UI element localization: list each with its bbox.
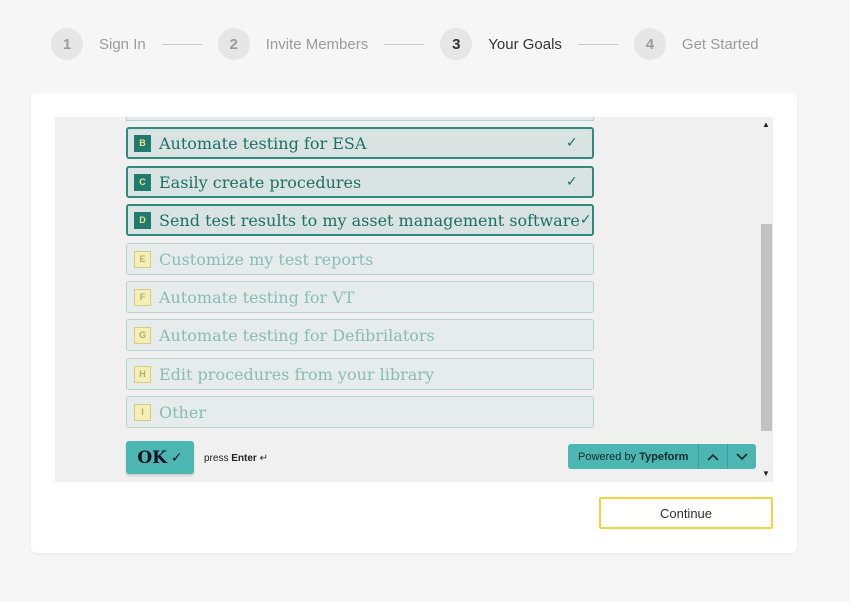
option-g[interactable]: G Automate testing for Defibrilators [126,319,594,351]
scroll-up-arrow-icon[interactable]: ▲ [759,120,773,129]
option-key: D [134,211,151,229]
option-key: H [134,365,151,383]
step-sign-in: 1 Sign In [51,28,146,60]
option-key: E [134,250,151,268]
option-label: Automate testing for ESA [159,133,367,153]
continue-button[interactable]: Continue [599,497,773,529]
option-partial[interactable] [126,117,594,121]
step-divider [577,43,618,45]
ok-button[interactable]: OK ✓ [126,441,194,474]
powered-prefix: Powered by [578,450,637,463]
option-label: Other [159,402,206,422]
scroll-thumb[interactable] [761,224,772,431]
powered-by-typeform: Powered by Typeform [568,444,757,469]
step-divider [384,43,425,45]
powered-brand: Typeform [639,450,689,463]
step-label: Invite Members [265,35,369,53]
enter-icon: ↵ [259,453,268,464]
step-label: Get Started [681,35,759,53]
step-number: 1 [51,28,83,60]
option-label: Customize my test reports [159,249,374,269]
check-icon: ✓ [170,449,183,466]
option-c[interactable]: C Easily create procedures ✓ [126,166,594,198]
embed-scrollbar[interactable]: ▲ ▼ [759,117,773,482]
option-e[interactable]: E Customize my test reports [126,243,594,275]
option-d[interactable]: D Send test results to my asset manageme… [126,204,594,236]
option-label: Send test results to my asset management… [159,210,580,230]
press-prefix: press [204,453,229,464]
next-question-button[interactable] [727,444,757,469]
option-label: Edit procedures from your library [159,364,434,384]
step-label: Sign In [99,35,146,53]
onboarding-stepper: 1 Sign In 2 Invite Members 3 Your Goals … [51,28,759,60]
step-number: 3 [440,28,473,60]
scroll-down-arrow-icon[interactable]: ▼ [759,469,773,478]
powered-by-link[interactable]: Powered by Typeform [568,444,699,469]
chevron-up-icon [707,450,719,464]
step-divider [161,43,202,45]
step-invite-members: 2 Invite Members [217,28,369,60]
option-key: G [134,326,151,344]
check-icon: ✓ [566,174,578,190]
option-key: B [134,134,151,152]
check-icon: ✓ [566,135,578,151]
step-get-started: 4 Get Started [633,28,759,60]
step-number: 2 [217,28,250,60]
option-f[interactable]: F Automate testing for VT [126,281,594,313]
step-label: Your Goals [488,35,562,53]
step-number: 4 [633,28,666,60]
option-i[interactable]: I Other [126,396,594,428]
option-label: Automate testing for Defibrilators [159,325,435,345]
step-your-goals: 3 Your Goals [440,28,562,60]
option-b[interactable]: B Automate testing for ESA ✓ [126,127,594,159]
chevron-down-icon [736,450,748,464]
option-label: Automate testing for VT [159,287,355,307]
previous-question-button[interactable] [698,444,728,469]
press-key: Enter [231,453,257,464]
check-icon: ✓ [579,212,592,228]
typeform-embed: B Automate testing for ESA ✓ C Easily cr… [55,117,773,482]
option-label: Easily create procedures [159,172,362,192]
ok-label: OK [137,447,167,468]
option-h[interactable]: H Edit procedures from your library [126,358,594,390]
press-enter-hint: press Enter ↵ [204,453,268,464]
option-key: C [134,173,151,191]
option-key: F [134,288,151,306]
option-key: I [134,403,151,421]
